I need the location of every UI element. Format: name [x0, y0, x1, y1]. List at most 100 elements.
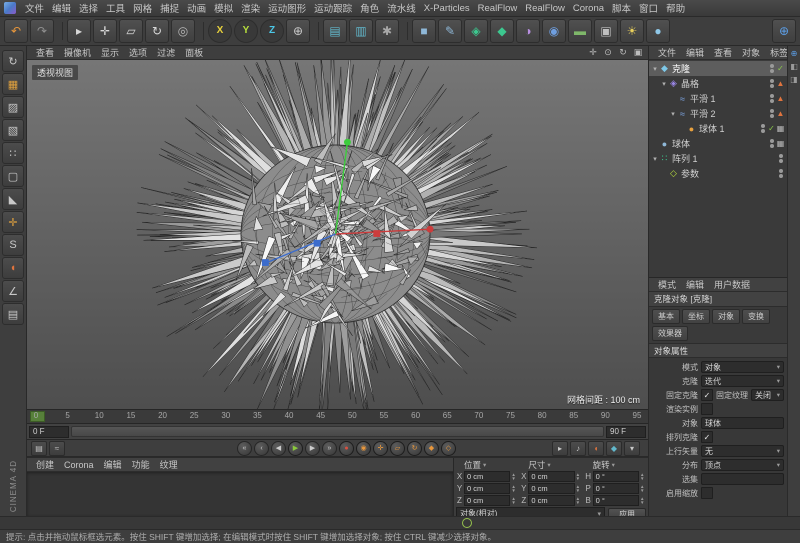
spiky-ball-object[interactable]: [27, 60, 648, 409]
material-menu-纹理[interactable]: 纹理: [156, 458, 182, 471]
visibility-dots[interactable]: [779, 154, 783, 163]
attr-模式-dropdown[interactable]: 对象▾: [701, 361, 784, 373]
check-tag-icon[interactable]: ✓: [776, 64, 785, 73]
menubar-item-运动跟踪[interactable]: 运动跟踪: [310, 1, 356, 15]
goto-start-button[interactable]: «: [237, 441, 252, 456]
timeline-options-icon[interactable]: ▾: [624, 441, 640, 456]
mograph-cloner-icon[interactable]: ◆: [490, 19, 514, 43]
uv-tag-icon[interactable]: ▦: [776, 124, 785, 133]
coord-value-field[interactable]: 0 cm: [528, 471, 574, 482]
attribute-tab-坐标[interactable]: 坐标: [682, 309, 710, 324]
stepper-icon[interactable]: ▲▼: [511, 485, 517, 493]
key-rotation-button[interactable]: ↻: [407, 441, 422, 456]
stepper-icon[interactable]: ▲▼: [640, 485, 646, 493]
key-pla-button[interactable]: ◇: [441, 441, 456, 456]
uv-tag-icon[interactable]: ▦: [776, 139, 785, 148]
material-list-area[interactable]: [27, 472, 453, 516]
menubar-item-Corona[interactable]: Corona: [569, 3, 608, 14]
object-manager-menu-查看[interactable]: 查看: [710, 46, 736, 59]
zoom-view-icon[interactable]: ⊙: [602, 47, 614, 58]
key-position-button[interactable]: ✛: [373, 441, 388, 456]
workplane-lock-icon[interactable]: ▤: [2, 303, 24, 325]
check-tag-icon[interactable]: ✓: [767, 124, 776, 133]
attribute-menu-编辑[interactable]: 编辑: [682, 278, 708, 291]
convert-editable-icon[interactable]: ↻: [2, 50, 24, 72]
stepper-icon[interactable]: ▲▼: [576, 497, 582, 505]
coord-value-field[interactable]: 0 cm: [464, 495, 510, 506]
menubar-item-文件[interactable]: 文件: [21, 1, 48, 15]
attr-克隆-dropdown[interactable]: 迭代▾: [701, 375, 784, 387]
attr-渲染实例-checkbox[interactable]: [701, 403, 713, 415]
attribute-section-header[interactable]: 对象属性: [649, 344, 787, 358]
live-selection-icon[interactable]: ▸: [67, 19, 91, 43]
material-menu-功能[interactable]: 功能: [128, 458, 154, 471]
quantize-icon[interactable]: ∠: [2, 280, 24, 302]
timeline-ruler-icon[interactable]: ▤: [31, 441, 47, 456]
render-picture-viewer-icon[interactable]: ▥: [349, 19, 373, 43]
prev-key-button[interactable]: ‹: [254, 441, 269, 456]
field-icon[interactable]: ◉: [542, 19, 566, 43]
prev-frame-button[interactable]: ◀: [271, 441, 286, 456]
dock-panel2-icon[interactable]: ◨: [789, 74, 799, 84]
coord-group-title[interactable]: 尺寸▾: [520, 459, 581, 470]
attr-固定克隆-checkbox[interactable]: ✓: [701, 389, 713, 401]
cube-primitive-icon[interactable]: ■: [412, 19, 436, 43]
attr-排列克隆-checkbox[interactable]: ✓: [701, 431, 713, 443]
render-view-icon[interactable]: ▤: [323, 19, 347, 43]
attr-启用缩放-checkbox[interactable]: [701, 487, 713, 499]
attr-对象-field[interactable]: 球体: [701, 417, 784, 429]
subdivision-surface-icon[interactable]: ◈: [464, 19, 488, 43]
object-row-球体 1[interactable]: ●球体 1✓▦: [649, 121, 787, 136]
coordinate-system-icon[interactable]: ⊕: [286, 19, 310, 43]
viewport-menu-过滤[interactable]: 过滤: [152, 46, 180, 59]
viewport-menu-摄像机[interactable]: 摄像机: [59, 46, 96, 59]
tri-tag-icon[interactable]: ▲: [776, 94, 785, 103]
material-menu-创建[interactable]: 创建: [32, 458, 58, 471]
polygons-mode-icon[interactable]: ◣: [2, 188, 24, 210]
menubar-item-角色[interactable]: 角色: [356, 1, 383, 15]
object-row-球体[interactable]: ●球体▦: [649, 136, 787, 151]
object-row-阵列 1[interactable]: ▾∷阵列 1: [649, 151, 787, 166]
stepper-icon[interactable]: ▲▼: [576, 473, 582, 481]
tri-tag-icon[interactable]: ▲: [776, 109, 785, 118]
attribute-tab-效果器[interactable]: 效果器: [652, 326, 688, 341]
attribute-tab-变换[interactable]: 变换: [742, 309, 770, 324]
visibility-dots[interactable]: [770, 64, 774, 73]
material-menu-编辑[interactable]: 编辑: [100, 458, 126, 471]
object-manager-menu-文件[interactable]: 文件: [654, 46, 680, 59]
coord-group-title[interactable]: 位置▾: [456, 459, 517, 470]
move-tool-icon[interactable]: ✛: [93, 19, 117, 43]
sky-icon[interactable]: ●: [646, 19, 670, 43]
z-axis-lock-icon[interactable]: Z: [260, 19, 284, 43]
attr-固定纹理-dropdown[interactable]: 关闭▾: [751, 389, 784, 401]
c4d-logo-icon[interactable]: [4, 2, 16, 14]
visibility-dots[interactable]: [761, 124, 765, 133]
snap-toggle-icon[interactable]: ◖: [2, 257, 24, 279]
range-end-field[interactable]: 90 F: [606, 426, 646, 438]
object-row-平滑 1[interactable]: ≈平滑 1▲: [649, 91, 787, 106]
range-track[interactable]: [71, 426, 604, 437]
menubar-item-工具[interactable]: 工具: [102, 1, 129, 15]
menubar-item-选择[interactable]: 选择: [75, 1, 102, 15]
menubar-item-运动图形[interactable]: 运动图形: [264, 1, 310, 15]
coord-value-field[interactable]: 0 cm: [464, 471, 510, 482]
next-frame-button[interactable]: ▶: [305, 441, 320, 456]
dock-panel-icon[interactable]: ◧: [789, 61, 799, 71]
playback-rate-icon[interactable]: ▸: [552, 441, 568, 456]
scale-tool-icon[interactable]: ▱: [119, 19, 143, 43]
light-icon[interactable]: ☀: [620, 19, 644, 43]
content-browser-globe-icon[interactable]: ⊕: [789, 48, 799, 58]
layout-globe-icon[interactable]: ⊕: [772, 19, 796, 43]
render-settings-icon[interactable]: ✱: [375, 19, 399, 43]
collapse-icon[interactable]: ▾: [651, 65, 659, 73]
fcurve-mode-icon[interactable]: ≈: [49, 441, 65, 456]
menubar-item-动画[interactable]: 动画: [183, 1, 210, 15]
object-manager-menu-对象[interactable]: 对象: [738, 46, 764, 59]
floor-icon[interactable]: ▬: [568, 19, 592, 43]
key-scale-button[interactable]: ▱: [390, 441, 405, 456]
menubar-item-RealFlow[interactable]: RealFlow: [521, 3, 569, 14]
frame-snap-icon[interactable]: ◖: [588, 441, 604, 456]
points-mode-icon[interactable]: ∷: [2, 142, 24, 164]
menubar-item-渲染[interactable]: 渲染: [237, 1, 264, 15]
visibility-dots[interactable]: [779, 169, 783, 178]
